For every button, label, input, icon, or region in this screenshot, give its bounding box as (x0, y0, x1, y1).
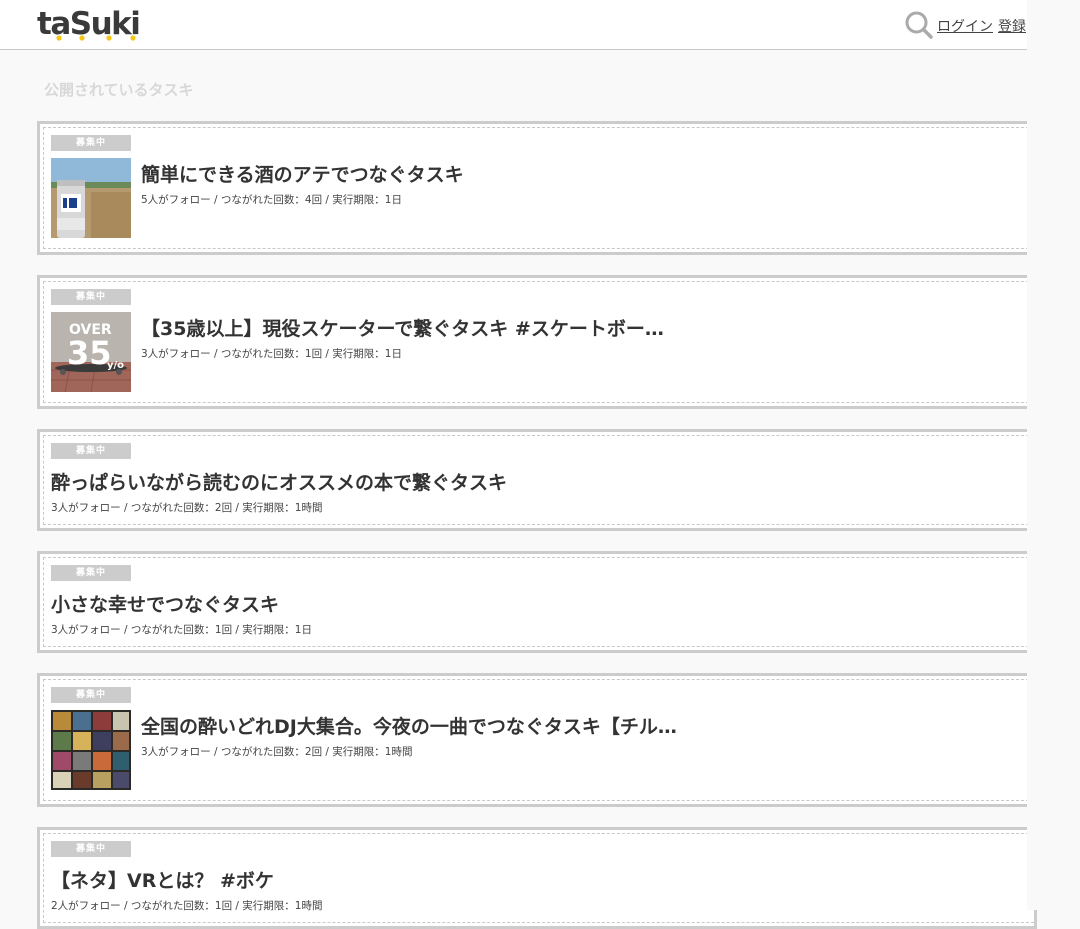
card-thumbnail[interactable] (51, 710, 131, 790)
card-inner: 募集中 全国の酔いどれDJ大集合。今夜の一曲でつなぐタスキ【チル… 3人がフォロ… (43, 679, 1034, 801)
card-meta: 3人がフォロー / つながれた回数：1回 / 実行期限：1日 (141, 348, 402, 360)
tasuki-logo[interactable]: taSuki (36, 4, 146, 44)
card-inner: 募集中 OVER 35 y/o 【35歳以上】現役スケーターで繋ぐタスキ #スケ… (43, 281, 1034, 403)
card-thumbnail[interactable] (51, 158, 131, 238)
card-inner: 募集中 小さな幸せでつなぐタスキ 3人がフォロー / つながれた回数：1回 / … (43, 557, 1034, 647)
thumb-text-35: 35 (67, 334, 112, 372)
status-badge: 募集中 (51, 841, 131, 857)
card-title[interactable]: 【35歳以上】現役スケーターで繋ぐタスキ #スケートボー… (141, 314, 664, 341)
card-meta: 3人がフォロー / つながれた回数：1回 / 実行期限：1日 (51, 624, 312, 636)
auth-links: ログイン 登録 (937, 16, 1026, 36)
status-badge: 募集中 (51, 565, 131, 581)
login-link[interactable]: ログイン (937, 19, 993, 35)
search-icon[interactable] (904, 10, 934, 40)
card-thumbnail[interactable]: OVER 35 y/o (51, 312, 131, 392)
tasuki-card[interactable]: 募集中 OVER 35 y/o 【35歳以上】現役スケーターで繋ぐタスキ #スケ… (37, 275, 1037, 409)
tasuki-card[interactable]: 募集中 全国の酔いどれDJ大集合。今夜の一曲でつなぐタスキ【チル… 3人がフォロ… (37, 673, 1037, 807)
tasuki-card[interactable]: 募集中 【ネタ】VRとは？ #ボケ 2人がフォロー / つながれた回数：1回 /… (37, 827, 1037, 929)
card-meta: 5人がフォロー / つながれた回数：4回 / 実行期限：1日 (141, 194, 402, 206)
thumb-text-yo: y/o (107, 360, 124, 371)
tasuki-card[interactable]: 募集中 酔っぱらいながら読むのにオススメの本で繋ぐタスキ 3人がフォロー / つ… (37, 429, 1037, 531)
site-header: taSuki ログイン 登録 (0, 0, 1080, 50)
card-title[interactable]: 【ネタ】VRとは？ #ボケ (51, 866, 274, 893)
status-badge: 募集中 (51, 443, 131, 459)
status-badge: 募集中 (51, 135, 131, 151)
card-title[interactable]: 全国の酔いどれDJ大集合。今夜の一曲でつなぐタスキ【チル… (141, 712, 677, 739)
status-badge: 募集中 (51, 289, 131, 305)
card-title[interactable]: 酔っぱらいながら読むのにオススメの本で繋ぐタスキ (51, 468, 507, 495)
page-right-margin (1027, 0, 1080, 910)
card-inner: 募集中 酔っぱらいながら読むのにオススメの本で繋ぐタスキ 3人がフォロー / つ… (43, 435, 1034, 525)
section-title: 公開されているタスキ (44, 81, 194, 99)
register-link[interactable]: 登録 (998, 19, 1026, 35)
card-meta: 2人がフォロー / つながれた回数：1回 / 実行期限：1時間 (51, 900, 323, 912)
card-title[interactable]: 小さな幸せでつなぐタスキ (51, 590, 279, 617)
card-title[interactable]: 簡単にできる酒のアテでつなぐタスキ (141, 160, 464, 187)
tasuki-card[interactable]: 募集中 簡単にできる酒のアテでつなぐタスキ 5人がフォロー / つながれた回数：… (37, 121, 1037, 255)
tasuki-card[interactable]: 募集中 小さな幸せでつなぐタスキ 3人がフォロー / つながれた回数：1回 / … (37, 551, 1037, 653)
card-meta: 3人がフォロー / つながれた回数：2回 / 実行期限：1時間 (141, 746, 413, 758)
card-inner: 募集中 簡単にできる酒のアテでつなぐタスキ 5人がフォロー / つながれた回数：… (43, 127, 1034, 249)
status-badge: 募集中 (51, 687, 131, 703)
logo-text: taSuki (37, 6, 139, 42)
card-meta: 3人がフォロー / つながれた回数：2回 / 実行期限：1時間 (51, 502, 323, 514)
